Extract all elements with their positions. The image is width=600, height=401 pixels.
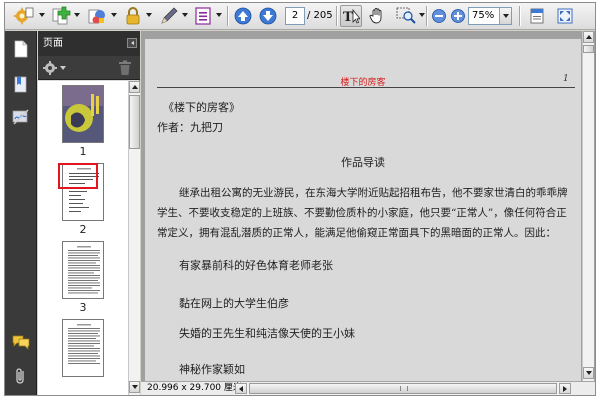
character-line: 神秘作家颖如	[179, 363, 245, 376]
lock-dropdown-arrow[interactable]	[146, 13, 152, 17]
page-text-preview	[68, 324, 100, 364]
scrollbar-thumb[interactable]	[583, 45, 594, 53]
scrollbar-grip	[400, 386, 408, 391]
author-line: 作者：九把刀	[157, 121, 223, 134]
zoom-out-icon[interactable]	[430, 5, 448, 27]
page-thumbnails-list: 1 2 3	[38, 81, 128, 395]
pdf-viewer-window: 2 / 205 T 75% 页面 1 2 3 楼下的房客 1 《楼下的房客》 作…	[4, 2, 596, 396]
book-title: 《楼下的房客》	[163, 101, 240, 114]
combine-dropdown-arrow[interactable]	[74, 13, 80, 17]
trash-icon[interactable]	[118, 60, 134, 76]
scroll-down-button[interactable]	[583, 367, 594, 379]
document-scrollbar[interactable]	[582, 31, 594, 381]
pages-panel-toolbar	[38, 56, 140, 80]
document-page[interactable]: 楼下的房客 1 《楼下的房客》 作者：九把刀 作品导读 继承出租公寓的无业游民，…	[145, 39, 581, 382]
section-title: 作品导读	[341, 156, 385, 169]
comments-icon[interactable]	[11, 332, 31, 352]
toolbar-separator	[426, 6, 427, 26]
select-text-icon[interactable]: T	[340, 5, 362, 27]
options-menu[interactable]	[42, 60, 66, 76]
scroll-right-button[interactable]	[559, 383, 571, 394]
horizontal-scrollbar[interactable]	[235, 383, 571, 395]
scroll-up-button[interactable]	[129, 81, 140, 93]
character-line: 有家暴前科的好色体育老师老张	[179, 259, 333, 272]
zoom-dropdown[interactable]: 75%	[468, 7, 512, 25]
thumbnails-scrollbar[interactable]	[128, 81, 140, 395]
forms-icon[interactable]	[192, 5, 214, 27]
next-page-icon[interactable]	[257, 5, 279, 27]
pages-panel-header: 页面	[38, 31, 140, 56]
page-thumbnail-label: 3	[79, 301, 87, 314]
book-cover-image	[63, 86, 103, 142]
zoom-dropdown-button[interactable]	[499, 8, 511, 24]
collapse-panel-button[interactable]	[127, 38, 137, 48]
toolbar-separator	[519, 6, 520, 26]
marquee-zoom-icon[interactable]	[394, 5, 418, 27]
header-rule	[157, 87, 575, 88]
scroll-up-button[interactable]	[583, 31, 594, 43]
page-thumbnail-label: 1	[79, 145, 87, 158]
page-size-readout: 20.996 x 29.700 厘米	[147, 383, 242, 393]
page-thumbnail[interactable]	[62, 85, 104, 143]
page-thumbnail-label: 2	[79, 223, 87, 236]
toolbar-separator	[336, 6, 337, 26]
scroll-left-button[interactable]	[235, 383, 247, 394]
signatures-icon[interactable]	[11, 107, 31, 127]
page-thumbnail[interactable]	[62, 319, 104, 377]
paragraph-line: 继承出租公寓的无业游民，在东海大学附近贴起招租布告，他不要家世清白的乖乖牌	[179, 187, 568, 199]
scroll-down-button[interactable]	[129, 381, 140, 393]
character-line: 黏在网上的大学生伯彦	[179, 297, 289, 310]
create-dropdown-arrow[interactable]	[39, 13, 45, 17]
attachments-icon[interactable]	[11, 366, 31, 386]
pages-panel-title: 页面	[43, 38, 63, 49]
character-line: 失婚的王先生和纯洁像天使的王小妹	[179, 327, 355, 340]
page-number: 1	[563, 74, 569, 84]
fit-width-icon[interactable]	[526, 5, 548, 27]
forms-dropdown-arrow[interactable]	[216, 13, 222, 17]
page-total-label: / 205	[307, 10, 333, 21]
gear-icon	[43, 61, 57, 75]
chevron-down-icon	[60, 66, 66, 70]
svg-text:T: T	[343, 10, 353, 25]
document-view: 楼下的房客 1 《楼下的房客》 作者：九把刀 作品导读 继承出租公寓的无业游民，…	[141, 31, 595, 395]
lock-icon[interactable]	[122, 5, 144, 27]
sign-pen-icon[interactable]	[157, 5, 181, 27]
pages-panel-icon[interactable]	[11, 39, 31, 59]
main-toolbar: 2 / 205 T 75%	[5, 3, 595, 30]
horizontal-scrollbar-thumb[interactable]	[249, 383, 557, 394]
paragraph-line: 学生、不要收支稳定的上班族、不要勤俭质朴的小家庭，他只要“正常人”，像任何符合正	[157, 207, 567, 219]
export-dropdown-arrow[interactable]	[111, 13, 117, 17]
bookmarks-icon[interactable]	[11, 75, 31, 95]
page-number-input[interactable]: 2	[285, 7, 305, 25]
previous-page-icon[interactable]	[232, 5, 254, 27]
create-pdf-icon[interactable]	[10, 5, 36, 27]
scrollbar-thumb[interactable]	[129, 95, 140, 149]
page-text-preview	[68, 246, 100, 294]
toolbar-separator	[227, 6, 228, 26]
zoom-value: 75%	[472, 10, 495, 21]
sign-dropdown-arrow[interactable]	[182, 13, 188, 17]
export-icon[interactable]	[85, 5, 109, 27]
pages-panel: 页面 1 2 3	[38, 31, 140, 395]
page-thumbnail[interactable]	[62, 241, 104, 299]
visible-area-indicator[interactable]	[58, 163, 98, 189]
navigation-pane-strip	[5, 31, 37, 395]
hand-tool-icon[interactable]	[366, 5, 388, 27]
full-screen-icon[interactable]	[554, 5, 576, 27]
zoom-in-icon[interactable]	[449, 5, 467, 27]
zoom-tool-dropdown-arrow[interactable]	[419, 13, 425, 17]
status-bar: 20.996 x 29.700 厘米	[141, 381, 595, 395]
paragraph-line: 常定义，拥有混乱潜质的正常人，能满足他偷窥正常面具下的黑暗面的正常人。因此：	[157, 227, 556, 239]
combine-files-icon[interactable]	[49, 5, 73, 27]
